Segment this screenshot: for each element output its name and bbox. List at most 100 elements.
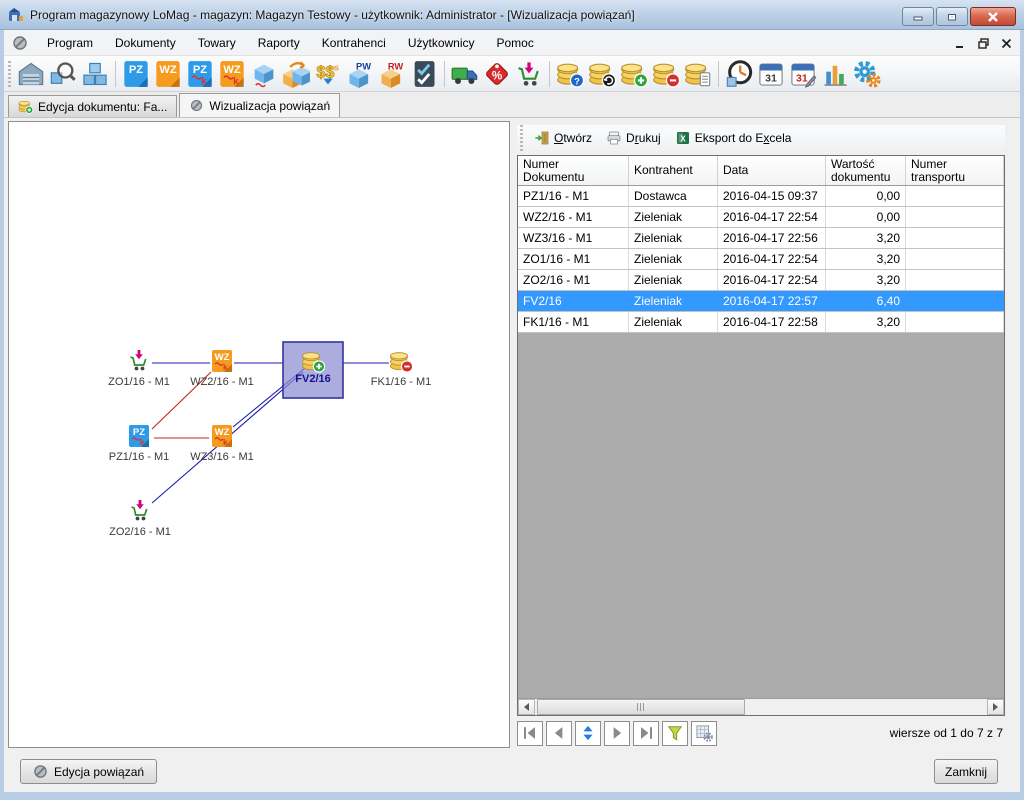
grid-settings-record-button[interactable]: [691, 721, 717, 746]
menu-item-dokumenty[interactable]: Dokumenty: [104, 32, 187, 54]
coins-minus-toolbar-button[interactable]: [650, 58, 682, 90]
coins-plus-toolbar-button[interactable]: [618, 58, 650, 90]
column-header[interactable]: Data: [718, 156, 826, 185]
mdi-minimize-icon[interactable]: [955, 38, 966, 49]
filter-record-button[interactable]: [662, 721, 688, 746]
table-row[interactable]: FV2/16Zieleniak2016-04-17 22:576,40: [518, 291, 1004, 312]
table-row[interactable]: FK1/16 - M1Zieleniak2016-04-17 22:583,20: [518, 312, 1004, 333]
warehouse-toolbar-button[interactable]: [15, 58, 47, 90]
gears-icon: [853, 60, 881, 88]
diagram-node-wz2[interactable]: WZk: [212, 350, 232, 372]
coins-question-toolbar-button[interactable]: ?: [554, 58, 586, 90]
cube-rw-toolbar-button[interactable]: RW: [376, 58, 408, 90]
move-record-button[interactable]: [575, 721, 601, 746]
horizontal-scrollbar[interactable]: [518, 698, 1004, 715]
toolbar-separator: [718, 61, 719, 87]
table-row[interactable]: WZ2/16 - M1Zieleniak2016-04-17 22:540,00: [518, 207, 1004, 228]
doc-orange-toolbar-button[interactable]: WZ: [152, 58, 184, 90]
doc-blue-k-toolbar-button[interactable]: PZk: [184, 58, 216, 90]
mdi-close-icon[interactable]: [1001, 38, 1012, 49]
minimize-button[interactable]: [902, 7, 934, 26]
truck-toolbar-button[interactable]: [449, 58, 481, 90]
table-row[interactable]: WZ3/16 - M1Zieleniak2016-04-17 22:563,20: [518, 228, 1004, 249]
window-client-area: ProgramDokumentyTowaryRaportyKontrahenci…: [4, 30, 1020, 792]
calendar-toolbar-button[interactable]: 31: [755, 58, 787, 90]
calendar-edit-toolbar-button[interactable]: 31: [787, 58, 819, 90]
edit-links-label: Edycja powiązań: [54, 765, 144, 779]
checklist-toolbar-button[interactable]: [408, 58, 440, 90]
clock-cube-toolbar-button[interactable]: [723, 58, 755, 90]
cube-wave-toolbar-button[interactable]: [248, 58, 280, 90]
cart-arrow-toolbar-button[interactable]: [513, 58, 545, 90]
menu-item-pomoc[interactable]: Pomoc: [486, 32, 545, 54]
menu-item-raporty[interactable]: Raporty: [247, 32, 311, 54]
gears-toolbar-button[interactable]: [851, 58, 883, 90]
open-icon: [534, 130, 550, 146]
scroll-right-arrow[interactable]: [987, 699, 1004, 715]
scroll-left-arrow[interactable]: [518, 699, 535, 715]
cube-pw-toolbar-button[interactable]: PW: [344, 58, 376, 90]
diagram-node-wz3[interactable]: WZk: [212, 425, 232, 447]
mdi-restore-icon[interactable]: [978, 38, 989, 49]
discount-tag-icon: %: [483, 60, 511, 88]
doc-orange-k-toolbar-button[interactable]: WZk: [216, 58, 248, 90]
dollars-toolbar-button[interactable]: $$s: [312, 58, 344, 90]
diagram-node-fk1[interactable]: [391, 353, 413, 373]
last-record-button[interactable]: [633, 721, 659, 746]
cell: 2016-04-15 09:37: [718, 186, 826, 206]
tab-relations-visualization[interactable]: Wizualizacja powiązań: [179, 93, 340, 117]
coins-doc-toolbar-button[interactable]: [682, 58, 714, 90]
goods-toolbar-button[interactable]: [79, 58, 111, 90]
toolbar-gripper[interactable]: [8, 61, 11, 87]
maximize-button[interactable]: [936, 7, 968, 26]
svg-text:PZ: PZ: [193, 63, 207, 75]
first-icon: [520, 723, 540, 743]
mdi-window-controls: [955, 30, 1012, 56]
svg-text:X: X: [680, 134, 686, 143]
table-row[interactable]: ZO1/16 - M1Zieleniak2016-04-17 22:543,20: [518, 249, 1004, 270]
column-header[interactable]: Wartość dokumentu: [826, 156, 906, 185]
cell: 2016-04-17 22:57: [718, 291, 826, 311]
column-header[interactable]: Kontrahent: [629, 156, 718, 185]
next-record-button[interactable]: [604, 721, 630, 746]
transfer-toolbar-button[interactable]: [280, 58, 312, 90]
diagram-node-label: WZ2/16 - M1: [190, 376, 254, 388]
menu-item-program[interactable]: Program: [36, 32, 104, 54]
tab-document-edit[interactable]: Edycja dokumentu: Fa...: [8, 95, 177, 117]
diagram-node-pz1[interactable]: PZk: [129, 425, 149, 447]
menu-item-towary[interactable]: Towary: [187, 32, 247, 54]
column-header[interactable]: Numer transportu: [906, 156, 1004, 185]
search-goods-toolbar-button[interactable]: [47, 58, 79, 90]
doc-orange-k-icon: WZk: [218, 60, 246, 88]
prev-record-button[interactable]: [546, 721, 572, 746]
cell: Zieleniak: [629, 312, 718, 332]
toolbar-separator: [549, 61, 550, 87]
cell: Zieleniak: [629, 291, 718, 311]
excel-button[interactable]: XEksport do Excela: [668, 128, 799, 148]
edit-links-button[interactable]: Edycja powiązań: [20, 759, 157, 784]
table-row[interactable]: PZ1/16 - M1Dostawca2016-04-15 09:370,00: [518, 186, 1004, 207]
menu-item-kontrahenci[interactable]: Kontrahenci: [311, 32, 397, 54]
cell: 3,20: [826, 270, 906, 290]
scrollbar-track[interactable]: [535, 699, 987, 715]
first-record-button[interactable]: [517, 721, 543, 746]
diagram-node-zo2[interactable]: [132, 500, 147, 520]
toolbar-gripper[interactable]: [520, 125, 523, 151]
svg-text:k: k: [201, 76, 207, 87]
coins-refresh-toolbar-button[interactable]: [586, 58, 618, 90]
print-button[interactable]: Drukuj: [599, 128, 668, 148]
diagram-node-zo1[interactable]: [131, 350, 146, 370]
close-button[interactable]: [970, 7, 1016, 26]
prev-icon: [549, 723, 569, 743]
doc-blue-toolbar-button[interactable]: PZ: [120, 58, 152, 90]
diagram-node-label: WZ3/16 - M1: [190, 451, 254, 463]
link-visual-icon: [33, 764, 48, 779]
scrollbar-thumb[interactable]: [537, 699, 745, 715]
menu-item-użytkownicy[interactable]: Użytkownicy: [397, 32, 486, 54]
open-button[interactable]: Otwórz: [527, 128, 599, 148]
table-row[interactable]: ZO2/16 - M1Zieleniak2016-04-17 22:543,20: [518, 270, 1004, 291]
discount-tag-toolbar-button[interactable]: %: [481, 58, 513, 90]
bar-chart-toolbar-button[interactable]: [819, 58, 851, 90]
column-header[interactable]: Numer Dokumentu: [518, 156, 629, 185]
close-view-button[interactable]: Zamknij: [934, 759, 998, 784]
